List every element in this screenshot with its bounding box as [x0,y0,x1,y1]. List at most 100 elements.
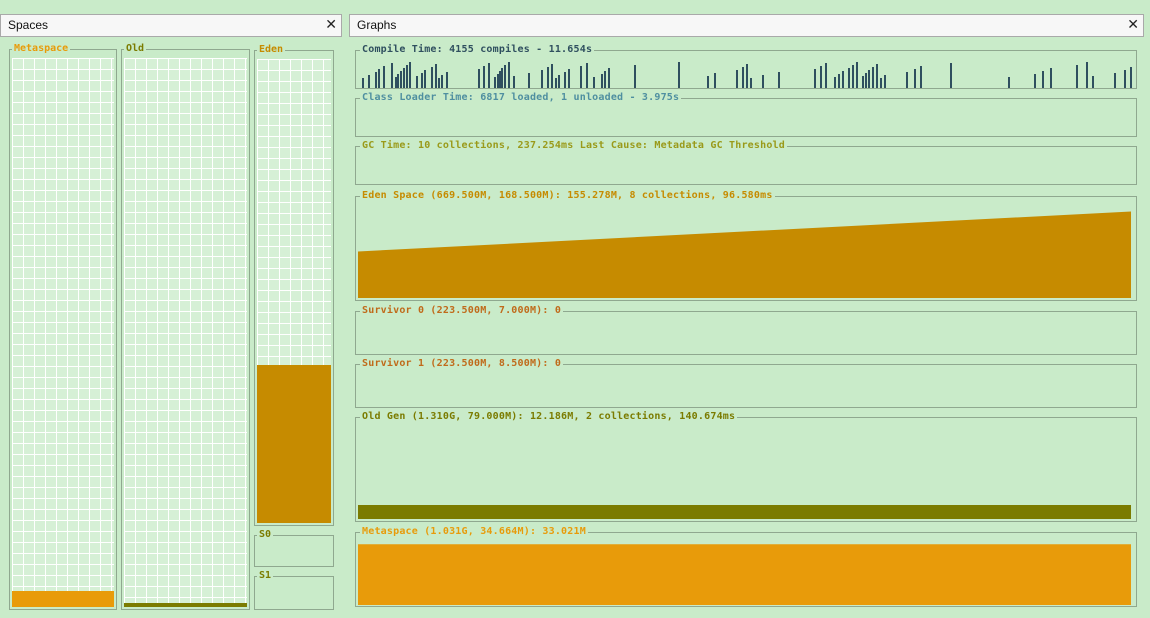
compile-spike [508,62,510,88]
compile-spike [383,66,385,88]
metaspace-plot [358,544,1131,605]
compile-spike [580,66,582,88]
compile-spike [876,64,878,88]
compile-spike [547,67,549,88]
s0-space-label: S0 [257,528,274,542]
compile-spike [762,75,764,88]
compile-spike [1086,62,1088,88]
compile-spike [820,66,822,88]
metaspace-fill [12,591,114,607]
compile-spike [555,78,557,88]
compile-spike [707,76,709,88]
old-gen-area [358,505,1131,519]
compile-spike [778,72,780,88]
graphs-close-icon[interactable]: ✕ [1127,15,1139,36]
compile-time-plot [362,62,1132,88]
compile-spike [838,74,840,88]
old-space-label: Old [124,42,147,56]
eden-fill [257,365,331,523]
compile-spike [397,74,399,88]
eden-space-plot [358,211,1131,298]
compile-spike [862,76,864,88]
eden-space-box: Eden [254,43,334,526]
compile-spike [513,76,515,88]
compile-spike [504,65,506,88]
compile-spike [400,71,402,88]
compile-spike [497,74,499,88]
metaspace-graph-title: Metaspace (1.031G, 34.664M): 33.021M [360,525,588,539]
compile-spike [435,64,437,88]
compile-spike [750,78,752,88]
metaspace-space-box: Metaspace [9,42,117,610]
compile-spike [1124,70,1126,88]
compile-spike [950,63,952,88]
survivor1-title: Survivor 1 (223.500M, 8.500M): 0 [360,357,564,371]
compile-spike [842,71,844,88]
compile-spike [375,72,377,88]
compile-spike [541,70,543,88]
compile-spike [746,64,748,88]
compile-spike [593,77,595,88]
compile-spike [564,72,566,88]
compile-spike [568,69,570,88]
compile-spike [501,68,503,88]
compile-spike [814,69,816,88]
compile-spike [634,65,636,88]
compile-spike [378,69,380,88]
compile-spike [825,63,827,88]
class-loader-graph: Class Loader Time: 6817 loaded, 1 unload… [355,91,1137,137]
s1-space-box: S1 [254,569,334,610]
compile-spike [395,77,397,88]
eden-area [358,211,1131,298]
old-gen-graph: Old Gen (1.310G, 79.000M): 12.186M, 2 co… [355,410,1137,522]
compile-spike [872,67,874,88]
compile-time-graph: Compile Time: 4155 compiles - 11.654s [355,43,1137,89]
compile-spike [403,68,405,88]
compile-spike [608,68,610,88]
compile-spike [488,63,490,88]
compile-spike [914,69,916,88]
compile-spike [852,65,854,88]
class-loader-title: Class Loader Time: 6817 loaded, 1 unload… [360,91,682,105]
compile-spike [678,62,680,88]
compile-spike [431,67,433,88]
compile-spike [478,69,480,88]
gc-time-title: GC Time: 10 collections, 237.254ms Last … [360,139,787,153]
compile-spike [604,71,606,88]
compile-spike [1114,73,1116,88]
compile-spike [368,75,370,88]
compile-spike [868,70,870,88]
graphs-panel-title: Graphs [357,18,397,32]
eden-space-graph: Eden Space (669.500M, 168.500M): 155.278… [355,189,1137,301]
metaspace-area [358,544,1131,605]
compile-spike [441,75,443,88]
compile-spike [483,66,485,88]
old-gen-plot [358,505,1131,519]
compile-spike [1042,71,1044,88]
compile-spike [416,76,418,88]
compile-spike [362,78,364,88]
old-grid [124,58,247,607]
compile-spike [1076,65,1078,88]
compile-spike [714,73,716,88]
spaces-panel-title: Spaces [8,18,49,32]
metaspace-space-label: Metaspace [12,42,71,56]
old-gen-title: Old Gen (1.310G, 79.000M): 12.186M, 2 co… [360,410,738,424]
compile-spike [865,73,867,88]
spaces-close-icon[interactable]: ✕ [325,15,337,36]
compile-spike [1130,67,1132,88]
compile-spike [528,73,530,88]
compile-spike [499,71,501,88]
spaces-panel-header: Spaces ✕ [0,14,342,37]
compile-spike [421,73,423,88]
compile-spike [880,78,882,88]
compile-spike [601,74,603,88]
compile-spike [1034,74,1036,88]
compile-spike [586,63,588,88]
eden-space-label: Eden [257,43,286,57]
s1-space-label: S1 [257,569,274,583]
old-space-box: Old [121,42,250,610]
survivor1-graph: Survivor 1 (223.500M, 8.500M): 0 [355,357,1137,408]
compile-spike [920,66,922,88]
compile-spike [409,62,411,88]
